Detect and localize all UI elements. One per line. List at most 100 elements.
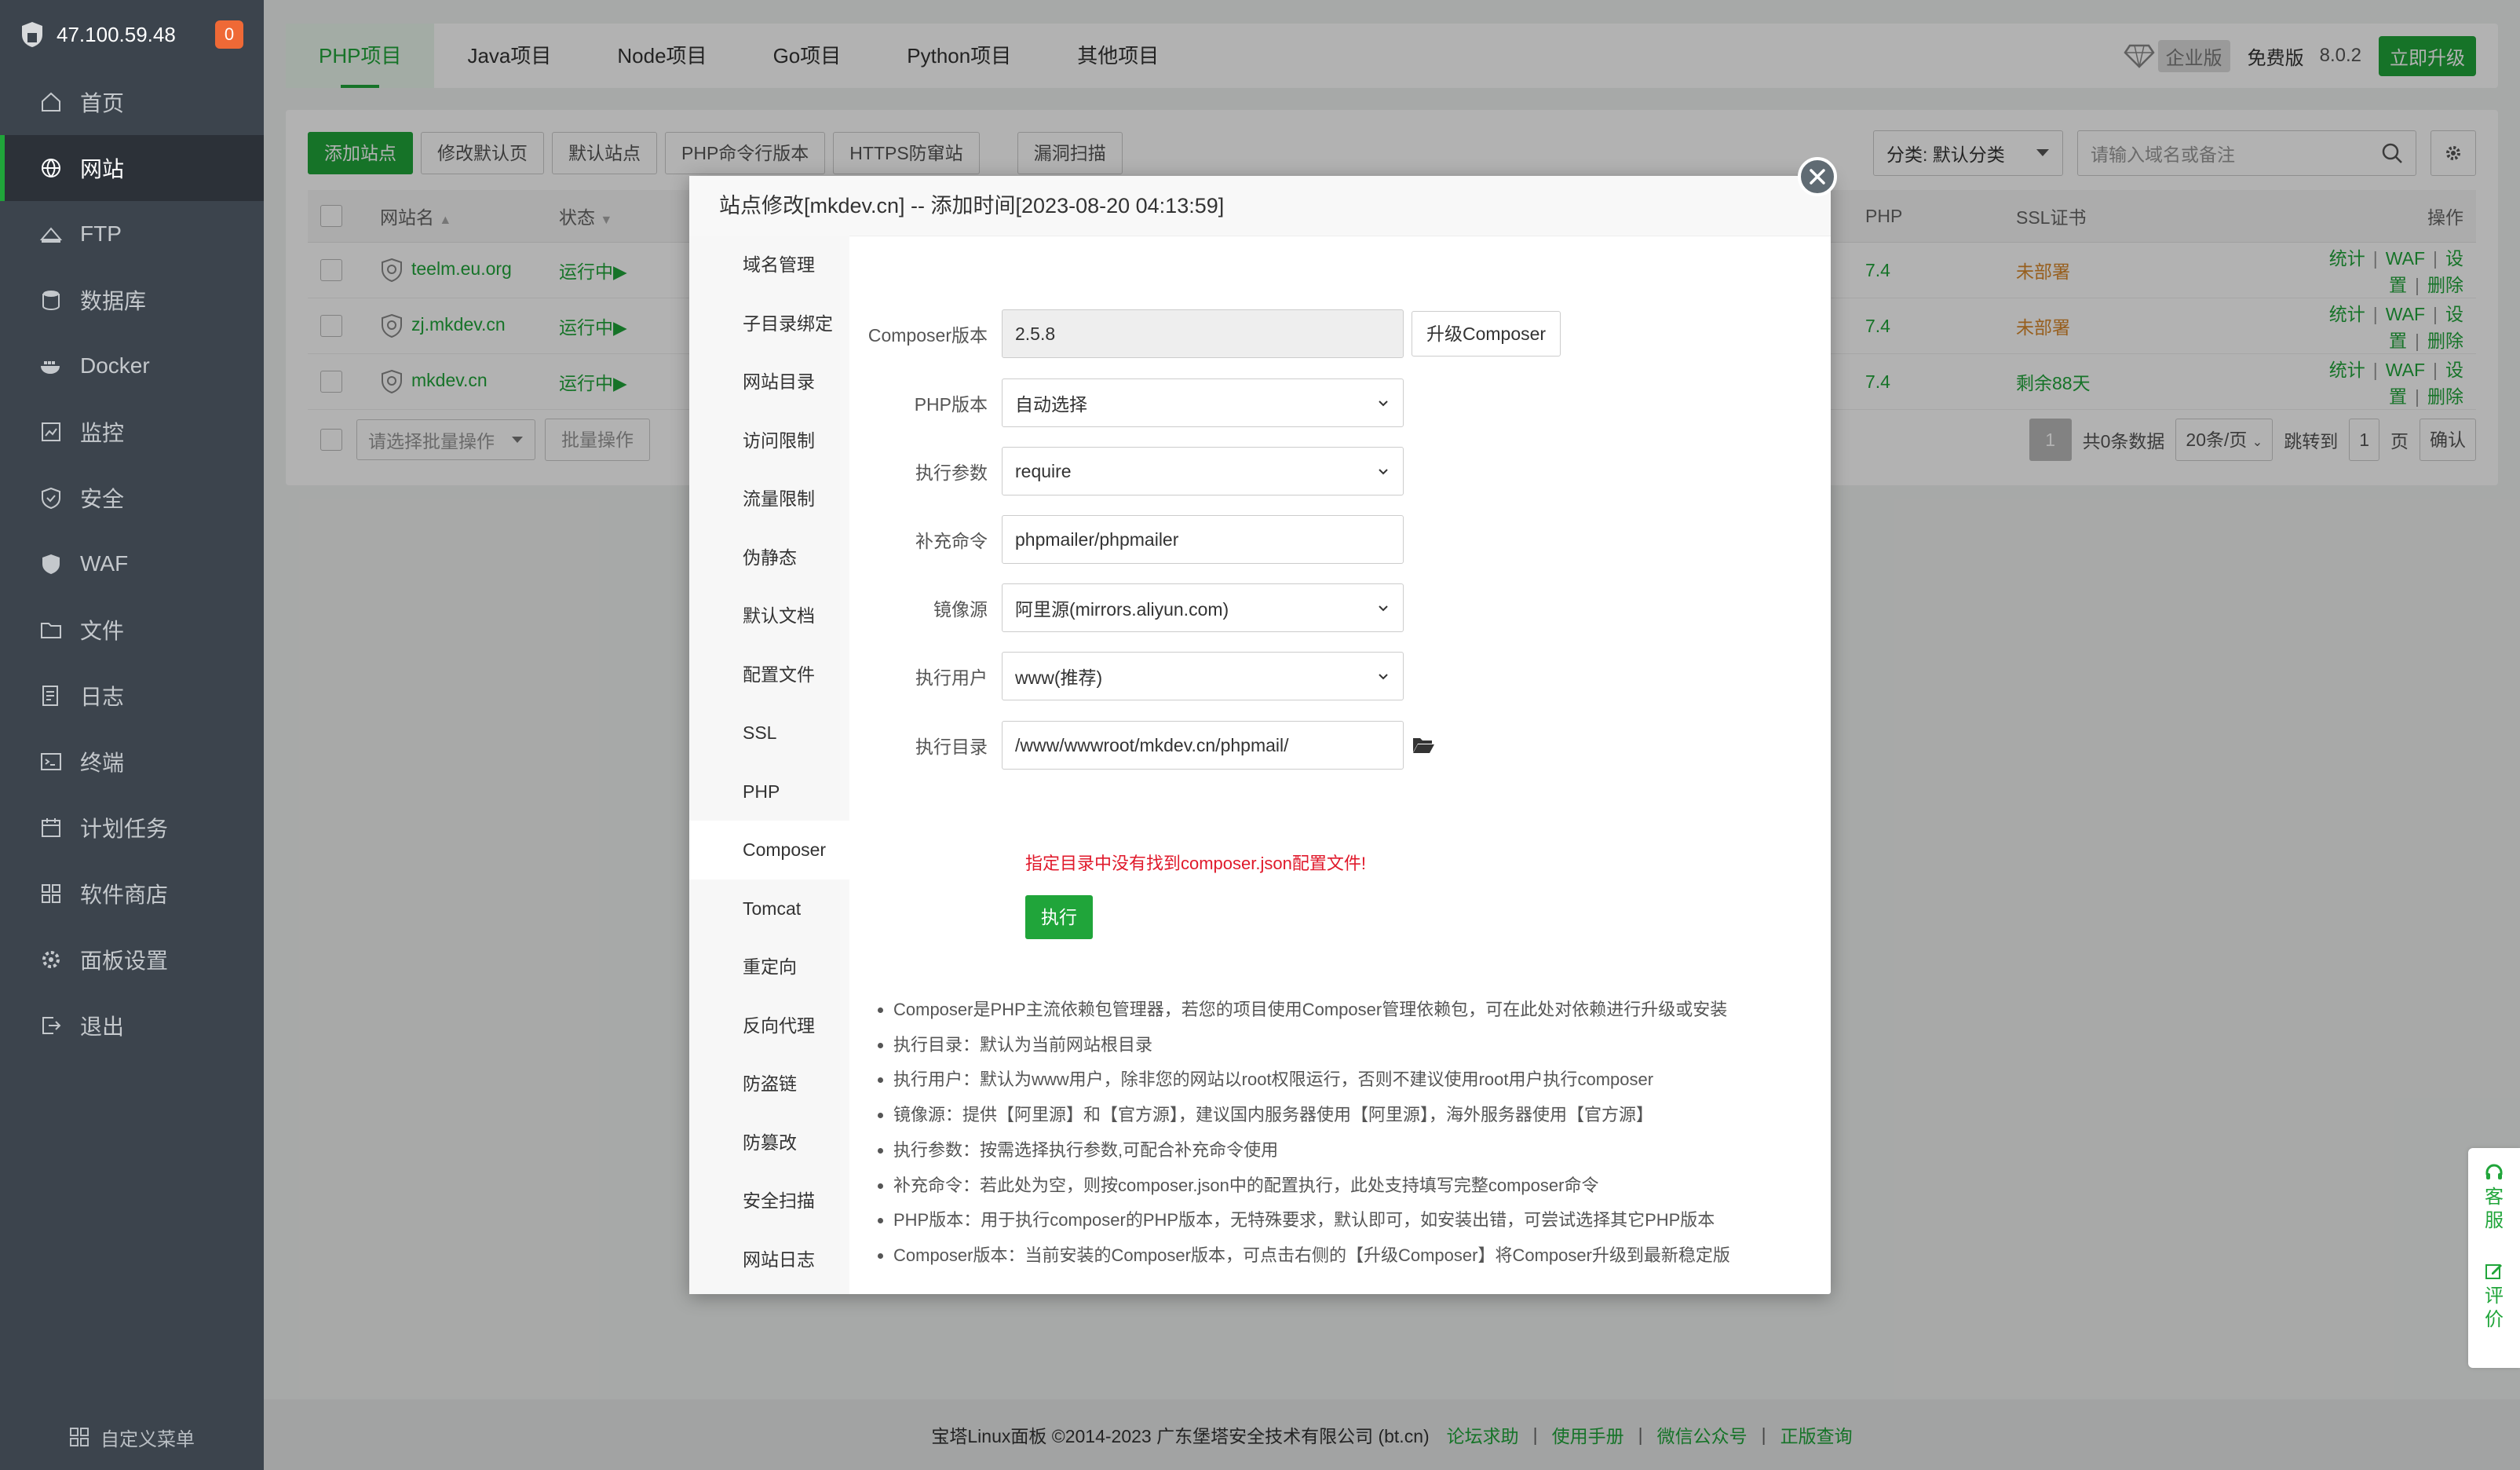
folder-open-icon[interactable] [1412, 736, 1435, 755]
dialog-nav-item-0[interactable]: 域名管理 [689, 236, 849, 294]
exec-user-select[interactable]: www(推荐) [1002, 652, 1404, 700]
floating-help: 客服 评价 [2468, 1148, 2520, 1368]
sidebar-item-label: Docker [80, 353, 150, 378]
database-icon [39, 288, 63, 312]
sidebar-item-1[interactable]: 网站 [0, 135, 264, 201]
sidebar-item-2[interactable]: FTP [0, 201, 264, 267]
composer-form: Composer版本 2.5.8 升级Composer PHP版本 自动选择 执… [849, 236, 1831, 1294]
dialog-nav-item-8[interactable]: SSL [689, 704, 849, 762]
sidebar-item-label: 网站 [80, 157, 125, 181]
tip-item: Composer版本：当前安装的Composer版本，可点击右侧的【升级Comp… [893, 1238, 1730, 1274]
sidebar-item-8[interactable]: 文件 [0, 597, 264, 663]
log-icon [39, 684, 63, 708]
home-icon [39, 90, 63, 114]
server-ip: 47.100.59.48 [57, 22, 176, 46]
headset-icon [2485, 1164, 2503, 1179]
custom-menu-label: 自定义菜单 [100, 1428, 195, 1450]
folder-icon [39, 618, 63, 642]
sidebar-item-10[interactable]: 终端 [0, 729, 264, 795]
mirror-select[interactable]: 阿里源(mirrors.aliyun.com) [1002, 583, 1404, 632]
dialog-nav-item-9[interactable]: PHP [689, 762, 849, 821]
dialog-nav-item-2[interactable]: 网站目录 [689, 353, 849, 411]
sidebar: 47.100.59.48 0 首页网站 FTP 数据库 Docker 监控安全 WAF 文件… [0, 0, 264, 1470]
sidebar-item-12[interactable]: 软件商店 [0, 861, 264, 927]
exec-param-row: 执行参数 require [849, 447, 1404, 495]
review-button[interactable]: 评价 [2468, 1247, 2520, 1346]
sidebar-item-9[interactable]: 日志 [0, 663, 264, 729]
grid-icon [70, 1428, 89, 1446]
dialog-nav-item-11[interactable]: Tomcat [689, 879, 849, 938]
exec-dir-input[interactable]: /www/wwwroot/mkdev.cn/phpmail/ [1002, 721, 1404, 770]
dialog-close-button[interactable] [1798, 157, 1837, 196]
tip-item: 执行用户：默认为www用户，除非您的网站以root权限运行，否则不建议使用roo… [893, 1062, 1730, 1098]
extra-cmd-input[interactable]: phpmailer/phpmailer [1002, 515, 1404, 564]
sidebar-item-4[interactable]: Docker [0, 333, 264, 399]
dialog-nav-item-6[interactable]: 默认文档 [689, 587, 849, 645]
dialog-nav-item-5[interactable]: 伪静态 [689, 528, 849, 587]
dialog-nav-item-3[interactable]: 访问限制 [689, 411, 849, 470]
notification-badge[interactable]: 0 [215, 20, 243, 49]
tip-item: 镜像源：提供【阿里源】和【官方源】，建议国内服务器使用【阿里源】，海外服务器使用… [893, 1098, 1730, 1133]
error-message: 指定目录中没有找到composer.json配置文件! [1025, 854, 1366, 873]
dialog-nav-item-7[interactable]: 配置文件 [689, 645, 849, 704]
dialog-nav: 域名管理 子目录绑定 网站目录 访问限制 流量限制 伪静态 默认文档 配置文件 SSL PHP Co… [689, 236, 849, 1294]
chevron-down-icon [1379, 605, 1388, 612]
sidebar-item-11[interactable]: 计划任务 [0, 795, 264, 861]
dialog-nav-item-1[interactable]: 子目录绑定 [689, 294, 849, 353]
edit-icon [2485, 1264, 2502, 1279]
sidebar-item-label: 监控 [80, 421, 125, 445]
exec-param-select[interactable]: require [1002, 447, 1404, 495]
dialog-nav-item-13[interactable]: 反向代理 [689, 996, 849, 1055]
docker-icon [39, 354, 63, 378]
tip-item: 执行目录：默认为当前网站根目录 [893, 1028, 1730, 1063]
php-version-select[interactable]: 自动选择 [1002, 378, 1404, 427]
exec-dir-row: 执行目录 /www/wwwroot/mkdev.cn/phpmail/ [849, 721, 1435, 770]
sidebar-item-3[interactable]: 数据库 [0, 267, 264, 333]
sidebar-item-label: 面板设置 [80, 949, 169, 973]
sidebar-item-label: 终端 [80, 751, 125, 775]
dialog-nav-item-4[interactable]: 流量限制 [689, 470, 849, 528]
sidebar-item-0[interactable]: 首页 [0, 69, 264, 135]
settings-icon [39, 948, 63, 971]
sidebar-item-label: 软件商店 [80, 883, 169, 907]
shield-check-icon [39, 486, 63, 510]
dialog-nav-item-12[interactable]: 重定向 [689, 938, 849, 996]
bt-logo-icon [22, 22, 42, 47]
monitor-icon [39, 420, 63, 444]
sidebar-item-label: 计划任务 [80, 817, 169, 841]
mirror-row: 镜像源 阿里源(mirrors.aliyun.com) [849, 583, 1404, 632]
sidebar-item-label: 安全 [80, 487, 125, 511]
chevron-down-icon [1379, 674, 1388, 680]
dialog-nav-item-14[interactable]: 防盗链 [689, 1055, 849, 1113]
exec-user-row: 执行用户 www(推荐) [849, 652, 1404, 700]
close-icon [1810, 169, 1825, 185]
execute-button[interactable]: 执行 [1025, 895, 1093, 939]
sidebar-item-14[interactable]: 退出 [0, 993, 264, 1059]
custom-menu-button[interactable]: 自定义菜单 [0, 1404, 264, 1470]
sidebar-item-7[interactable]: WAF [0, 531, 264, 597]
sidebar-item-label: 退出 [80, 1015, 125, 1039]
sidebar-menu: 首页网站 FTP 数据库 Docker 监控安全 WAF 文件日志终端计划任务软件商店面板设… [0, 69, 264, 1059]
dialog-title: 站点修改[mkdev.cn] -- 添加时间[2023-08-20 04:13:… [689, 176, 1831, 236]
sidebar-item-label: 日志 [80, 685, 125, 709]
ftp-icon [39, 222, 63, 246]
sidebar-item-6[interactable]: 安全 [0, 465, 264, 531]
composer-version-field: 2.5.8 [1002, 309, 1404, 358]
customer-service-button[interactable]: 客服 [2468, 1148, 2520, 1247]
chevron-down-icon [1379, 400, 1388, 407]
tip-item: 执行参数：按需选择执行参数,可配合补充命令使用 [893, 1133, 1730, 1168]
tip-item: 补充命令：若此处为空，则按composer.json中的配置执行，此处支持填写完… [893, 1168, 1730, 1204]
dialog-nav-item-10[interactable]: Composer [689, 821, 849, 879]
dialog-nav-item-17[interactable]: 网站日志 [689, 1230, 849, 1289]
sidebar-item-5[interactable]: 监控 [0, 399, 264, 465]
globe-icon [39, 156, 63, 180]
calendar-icon [39, 816, 63, 839]
site-settings-dialog: 站点修改[mkdev.cn] -- 添加时间[2023-08-20 04:13:… [689, 157, 1837, 1294]
dialog-nav-item-16[interactable]: 安全扫描 [689, 1172, 849, 1230]
tip-item: PHP版本：用于执行composer的PHP版本，无特殊要求，默认即可，如安装出… [893, 1203, 1730, 1238]
dialog-nav-item-15[interactable]: 防篡改 [689, 1113, 849, 1172]
sidebar-item-13[interactable]: 面板设置 [0, 927, 264, 993]
upgrade-composer-button[interactable]: 升级Composer [1412, 311, 1561, 357]
php-version-row: PHP版本 自动选择 [849, 378, 1404, 427]
terminal-icon [39, 750, 63, 773]
